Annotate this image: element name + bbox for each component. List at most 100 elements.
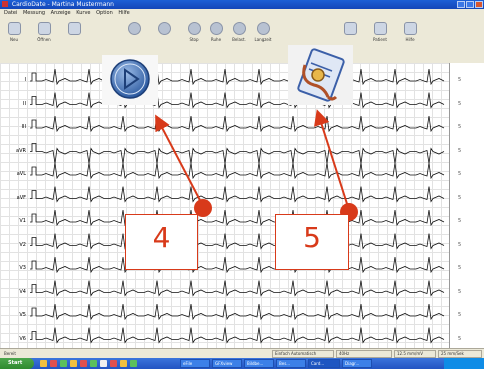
quicklaunch-icon[interactable] xyxy=(40,360,47,367)
ecg-trace xyxy=(30,115,445,133)
app-window: CardioDate - Martina Mustermann Datei Me… xyxy=(0,0,484,369)
play-icon xyxy=(110,59,150,99)
lead-value: 5 xyxy=(458,124,462,130)
lead-value: 5 xyxy=(458,241,462,248)
toolbar-exercise-button[interactable]: Belast. xyxy=(229,20,249,58)
longterm-ecg-icon xyxy=(256,22,270,35)
toolbar-longterm-button[interactable]: Langzeit xyxy=(253,20,273,58)
window-title: CardioDate - Martina Mustermann xyxy=(11,1,114,8)
lead-label: aVL xyxy=(16,171,26,177)
status-paper-speed: 25 mm/Sek xyxy=(438,350,482,358)
toolbar-wave-button-2[interactable] xyxy=(154,20,174,58)
quicklaunch-icon[interactable] xyxy=(50,360,57,367)
ecg-trace xyxy=(30,280,445,297)
quicklaunch-icon[interactable] xyxy=(100,360,107,367)
manual-icon xyxy=(403,22,417,35)
lead-label: V4 xyxy=(19,288,26,295)
menu-hilfe[interactable]: Hilfe xyxy=(118,10,129,16)
quicklaunch-icon[interactable] xyxy=(130,360,137,367)
system-tray xyxy=(444,358,484,369)
callout-5: 5 xyxy=(275,214,349,270)
play-button-zoom[interactable] xyxy=(102,55,158,105)
close-button[interactable] xyxy=(475,1,483,8)
toolbar: Neu Öffnen Stop Ruhe Belast. Langzeit Pa… xyxy=(0,17,484,64)
menu-option[interactable]: Option xyxy=(96,10,113,16)
lead-value: 5 xyxy=(458,265,462,271)
toolbar-new-button[interactable]: Neu xyxy=(4,20,24,58)
taskbar-item[interactable]: Diagr... xyxy=(342,359,372,368)
minimize-button[interactable] xyxy=(457,1,465,8)
ecg-trace xyxy=(30,303,445,321)
status-filter: 40Hz xyxy=(336,350,392,358)
hand-icon xyxy=(343,22,357,35)
maximize-button[interactable] xyxy=(466,1,474,8)
quicklaunch-icon[interactable] xyxy=(110,360,117,367)
callout-4: 4 xyxy=(125,214,198,270)
menu-anzeige[interactable]: Anzeige xyxy=(51,10,71,16)
wave-icon xyxy=(157,22,171,35)
lead-value: 5 xyxy=(458,335,462,342)
taskbar-item[interactable]: GFXview xyxy=(212,359,242,368)
taskbar-item[interactable]: Bildbe... xyxy=(244,359,274,368)
right-panel: 5 5 5 5 5 5 5 5 5 5 5 5 xyxy=(449,63,484,348)
lead-value: 5 xyxy=(458,77,462,83)
ecg-trace xyxy=(30,209,445,227)
ecg-trace xyxy=(30,92,445,109)
quicklaunch-icon[interactable] xyxy=(60,360,67,367)
lead-label: I xyxy=(24,77,26,83)
menu-datei[interactable]: Datei xyxy=(4,10,17,16)
wave-icon xyxy=(127,22,141,35)
toolbar-rest-button[interactable]: Ruhe xyxy=(206,20,226,58)
app-icon xyxy=(2,1,8,7)
status-mode: Einfach Automatisch xyxy=(272,350,334,358)
taskbar-item[interactable]: Bes... xyxy=(276,359,306,368)
lead-label: V1 xyxy=(19,218,26,224)
lead-label: II xyxy=(23,100,26,107)
lead-value: 5 xyxy=(458,194,462,201)
menu-kurve[interactable]: Kurve xyxy=(76,10,90,16)
lead-label: V5 xyxy=(19,312,26,318)
lead-label: V2 xyxy=(19,241,26,248)
open-folder-icon xyxy=(37,22,51,35)
taskbar-item-active[interactable]: Card... xyxy=(308,359,340,368)
ecg-trace xyxy=(30,143,445,164)
stethoscope-button-zoom[interactable] xyxy=(288,45,353,105)
lead-label: aVF xyxy=(16,194,26,201)
lead-value: 5 xyxy=(458,312,462,318)
menu-messung[interactable]: Messung xyxy=(23,10,45,16)
lead-value: 5 xyxy=(458,288,462,295)
taskbar-item[interactable]: eFile xyxy=(180,359,210,368)
stop-icon xyxy=(187,22,201,35)
ecg-trace xyxy=(30,233,445,250)
new-document-icon xyxy=(7,22,21,35)
quicklaunch-icon[interactable] xyxy=(90,360,97,367)
toolbar-patient-button[interactable]: Patient xyxy=(370,20,390,58)
ecg-trace xyxy=(30,186,445,203)
quicklaunch-icon[interactable] xyxy=(80,360,87,367)
start-button[interactable]: Start xyxy=(0,358,34,369)
ecg-trace xyxy=(30,68,445,86)
menu-bar: Datei Messung Anzeige Kurve Option Hilfe xyxy=(0,9,484,17)
ecg-view[interactable]: I II III aVR aVL aVF V1 V2 V3 V4 V5 V6 xyxy=(0,63,449,348)
toolbar-clipboard-button[interactable] xyxy=(64,20,84,58)
ecg-trace xyxy=(30,162,445,180)
stethoscope-icon xyxy=(297,48,345,102)
toolbar-open-button[interactable]: Öffnen xyxy=(34,20,54,58)
quicklaunch-icon[interactable] xyxy=(70,360,77,367)
lead-value: 5 xyxy=(458,147,462,154)
toolbar-manual-button[interactable]: Hilfe xyxy=(400,20,420,58)
ecg-traces xyxy=(30,68,445,344)
quicklaunch-icon[interactable] xyxy=(120,360,127,367)
ecg-trace xyxy=(30,256,445,274)
status-amplitude: 12.5 mm/mV xyxy=(394,350,436,358)
clipboard-icon xyxy=(67,22,81,35)
patient-icon xyxy=(373,22,387,35)
taskbar: Start eFile GFXview Bildbe... Bes... Car… xyxy=(0,358,484,369)
rest-ecg-icon xyxy=(209,22,223,35)
lead-label: V3 xyxy=(19,265,26,271)
lead-value: 5 xyxy=(458,100,462,107)
toolbar-wave-button-1[interactable] xyxy=(124,20,144,58)
lead-label: V6 xyxy=(19,335,26,342)
toolbar-stop-button[interactable]: Stop xyxy=(184,20,204,58)
lead-label: aVR xyxy=(16,147,26,154)
